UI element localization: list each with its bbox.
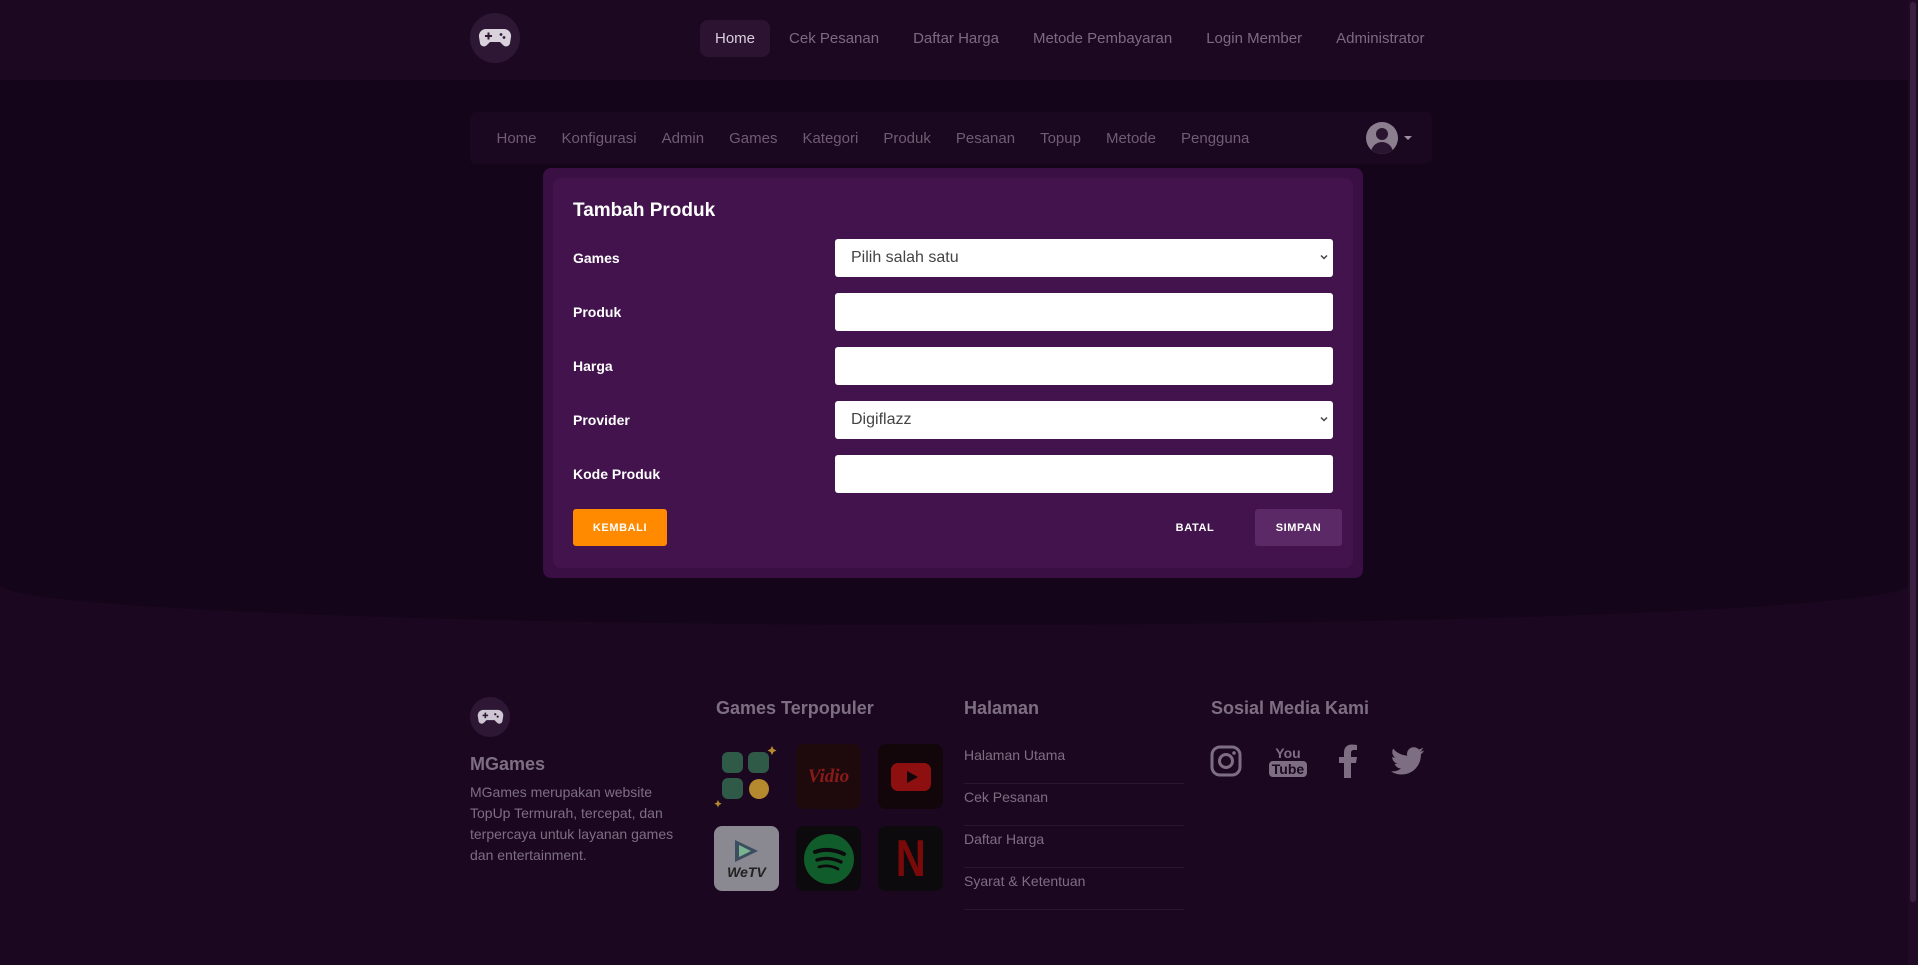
- admin-nav-pesanan[interactable]: Pesanan: [943, 130, 1027, 147]
- chevron-down-icon: [1320, 254, 1328, 260]
- admin-nav-topup[interactable]: Topup: [1028, 130, 1094, 147]
- youtube-link[interactable]: You Tube: [1268, 740, 1308, 782]
- kode-produk-input[interactable]: [835, 455, 1333, 493]
- footer-description: MGames merupakan website TopUp Termurah,…: [470, 784, 674, 863]
- footer-logo[interactable]: [470, 697, 510, 737]
- spotify-logo: [803, 833, 854, 884]
- vidio-logo: Vidio: [807, 765, 850, 787]
- harga-label: Harga: [573, 358, 613, 374]
- admin-nav-home[interactable]: Home: [484, 130, 549, 147]
- kode-produk-row: Kode Produk: [573, 455, 1333, 493]
- simpan-button[interactable]: SIMPAN: [1255, 509, 1342, 546]
- kode-produk-label: Kode Produk: [573, 466, 661, 482]
- halaman-links: Halaman Utama Cek Pesanan Daftar Harga S…: [964, 742, 1184, 910]
- admin-nav-games[interactable]: Games: [717, 130, 790, 147]
- provider-row: Provider Digiflazz: [573, 401, 1333, 439]
- tile-netflix[interactable]: N: [878, 826, 943, 891]
- provider-label: Provider: [573, 412, 630, 428]
- modal-body: Tambah Produk Games Pilih salah satu Pro…: [553, 178, 1353, 568]
- netflix-logo: N: [895, 829, 926, 888]
- youtube-text-top: You: [1275, 744, 1301, 761]
- facebook-link[interactable]: [1334, 740, 1362, 782]
- provider-select-value: Digiflazz: [851, 411, 912, 428]
- games-terpopuler-heading: Games Terpopuler: [716, 698, 874, 718]
- games-label: Games: [573, 250, 620, 266]
- apps-icon: [714, 746, 777, 808]
- produk-input[interactable]: [835, 293, 1333, 331]
- nav-home[interactable]: Home: [700, 20, 771, 57]
- tambah-produk-modal: Tambah Produk Games Pilih salah satu Pro…: [543, 168, 1363, 578]
- youtube-icon: You Tube: [1268, 744, 1308, 777]
- page-scrollbar[interactable]: [1908, 0, 1918, 965]
- sosial-media-heading: Sosial Media Kami: [1211, 698, 1370, 718]
- footer-link-cek-pesanan[interactable]: Cek Pesanan: [964, 784, 1184, 826]
- youtube-text-bottom: Tube: [1268, 760, 1308, 777]
- games-select-value: Pilih salah satu: [851, 249, 959, 266]
- gamepad-icon: [478, 28, 512, 47]
- modal-title: Tambah Produk: [573, 200, 716, 221]
- twitter-icon: [1391, 747, 1424, 775]
- scrollbar-thumb[interactable]: [1910, 2, 1916, 902]
- tile-wetv[interactable]: WeTV: [714, 826, 779, 891]
- wetv-label: WeTV: [727, 863, 766, 880]
- admin-nav-metode[interactable]: Metode: [1093, 130, 1168, 147]
- nav-login-member[interactable]: Login Member: [1191, 20, 1317, 57]
- admin-nav-produk[interactable]: Produk: [871, 130, 944, 147]
- batal-button[interactable]: BATAL: [1165, 509, 1225, 546]
- caret-down-icon: [1404, 136, 1412, 140]
- avatar: [1366, 122, 1398, 154]
- produk-label: Produk: [573, 304, 622, 320]
- instagram-icon: [1210, 745, 1242, 777]
- admin-nav-konfigurasi[interactable]: Konfigurasi: [549, 130, 649, 147]
- footer-link-halaman-utama[interactable]: Halaman Utama: [964, 742, 1184, 784]
- admin-nav-admin[interactable]: Admin: [649, 130, 717, 147]
- provider-select[interactable]: Digiflazz: [835, 401, 1333, 439]
- harga-row: Harga: [573, 347, 1333, 385]
- site-logo[interactable]: [470, 13, 520, 63]
- footer-link-syarat-ketentuan[interactable]: Syarat & Ketentuan: [964, 868, 1184, 910]
- nav-administrator[interactable]: Administrator: [1321, 20, 1439, 57]
- harga-input[interactable]: [835, 347, 1333, 385]
- nav-daftar-harga[interactable]: Daftar Harga: [898, 20, 1014, 57]
- tile-youtube[interactable]: [878, 744, 943, 809]
- tile-apps[interactable]: [714, 744, 779, 809]
- admin-nav-pengguna[interactable]: Pengguna: [1169, 130, 1262, 147]
- tile-vidio[interactable]: Vidio: [796, 744, 861, 809]
- nav-cek-pesanan[interactable]: Cek Pesanan: [774, 20, 894, 57]
- facebook-icon: [1339, 744, 1357, 778]
- halaman-heading: Halaman: [964, 698, 1040, 718]
- user-menu-toggle[interactable]: [1366, 122, 1412, 154]
- nav-metode-pembayaran[interactable]: Metode Pembayaran: [1018, 20, 1187, 57]
- play-icon: [735, 839, 759, 862]
- produk-row: Produk: [573, 293, 1333, 331]
- main-navigation: Home Cek Pesanan Daftar Harga Metode Pem…: [700, 20, 1443, 57]
- youtube-logo: [890, 762, 931, 791]
- instagram-link[interactable]: [1208, 740, 1244, 782]
- chevron-down-icon: [1320, 416, 1328, 422]
- tile-spotify[interactable]: [796, 826, 861, 891]
- games-row: Games Pilih salah satu: [573, 239, 1333, 277]
- admin-nav-kategori[interactable]: Kategori: [790, 130, 871, 147]
- footer-link-daftar-harga[interactable]: Daftar Harga: [964, 826, 1184, 868]
- wetv-logo: WeTV: [727, 838, 766, 880]
- twitter-link[interactable]: [1390, 740, 1426, 782]
- games-select[interactable]: Pilih salah satu: [835, 239, 1333, 277]
- footer-brand: MGames: [470, 754, 546, 774]
- kembali-button[interactable]: KEMBALI: [573, 509, 667, 546]
- admin-navigation: Home Konfigurasi Admin Games Kategori Pr…: [470, 112, 1432, 164]
- gamepad-icon: [477, 709, 503, 724]
